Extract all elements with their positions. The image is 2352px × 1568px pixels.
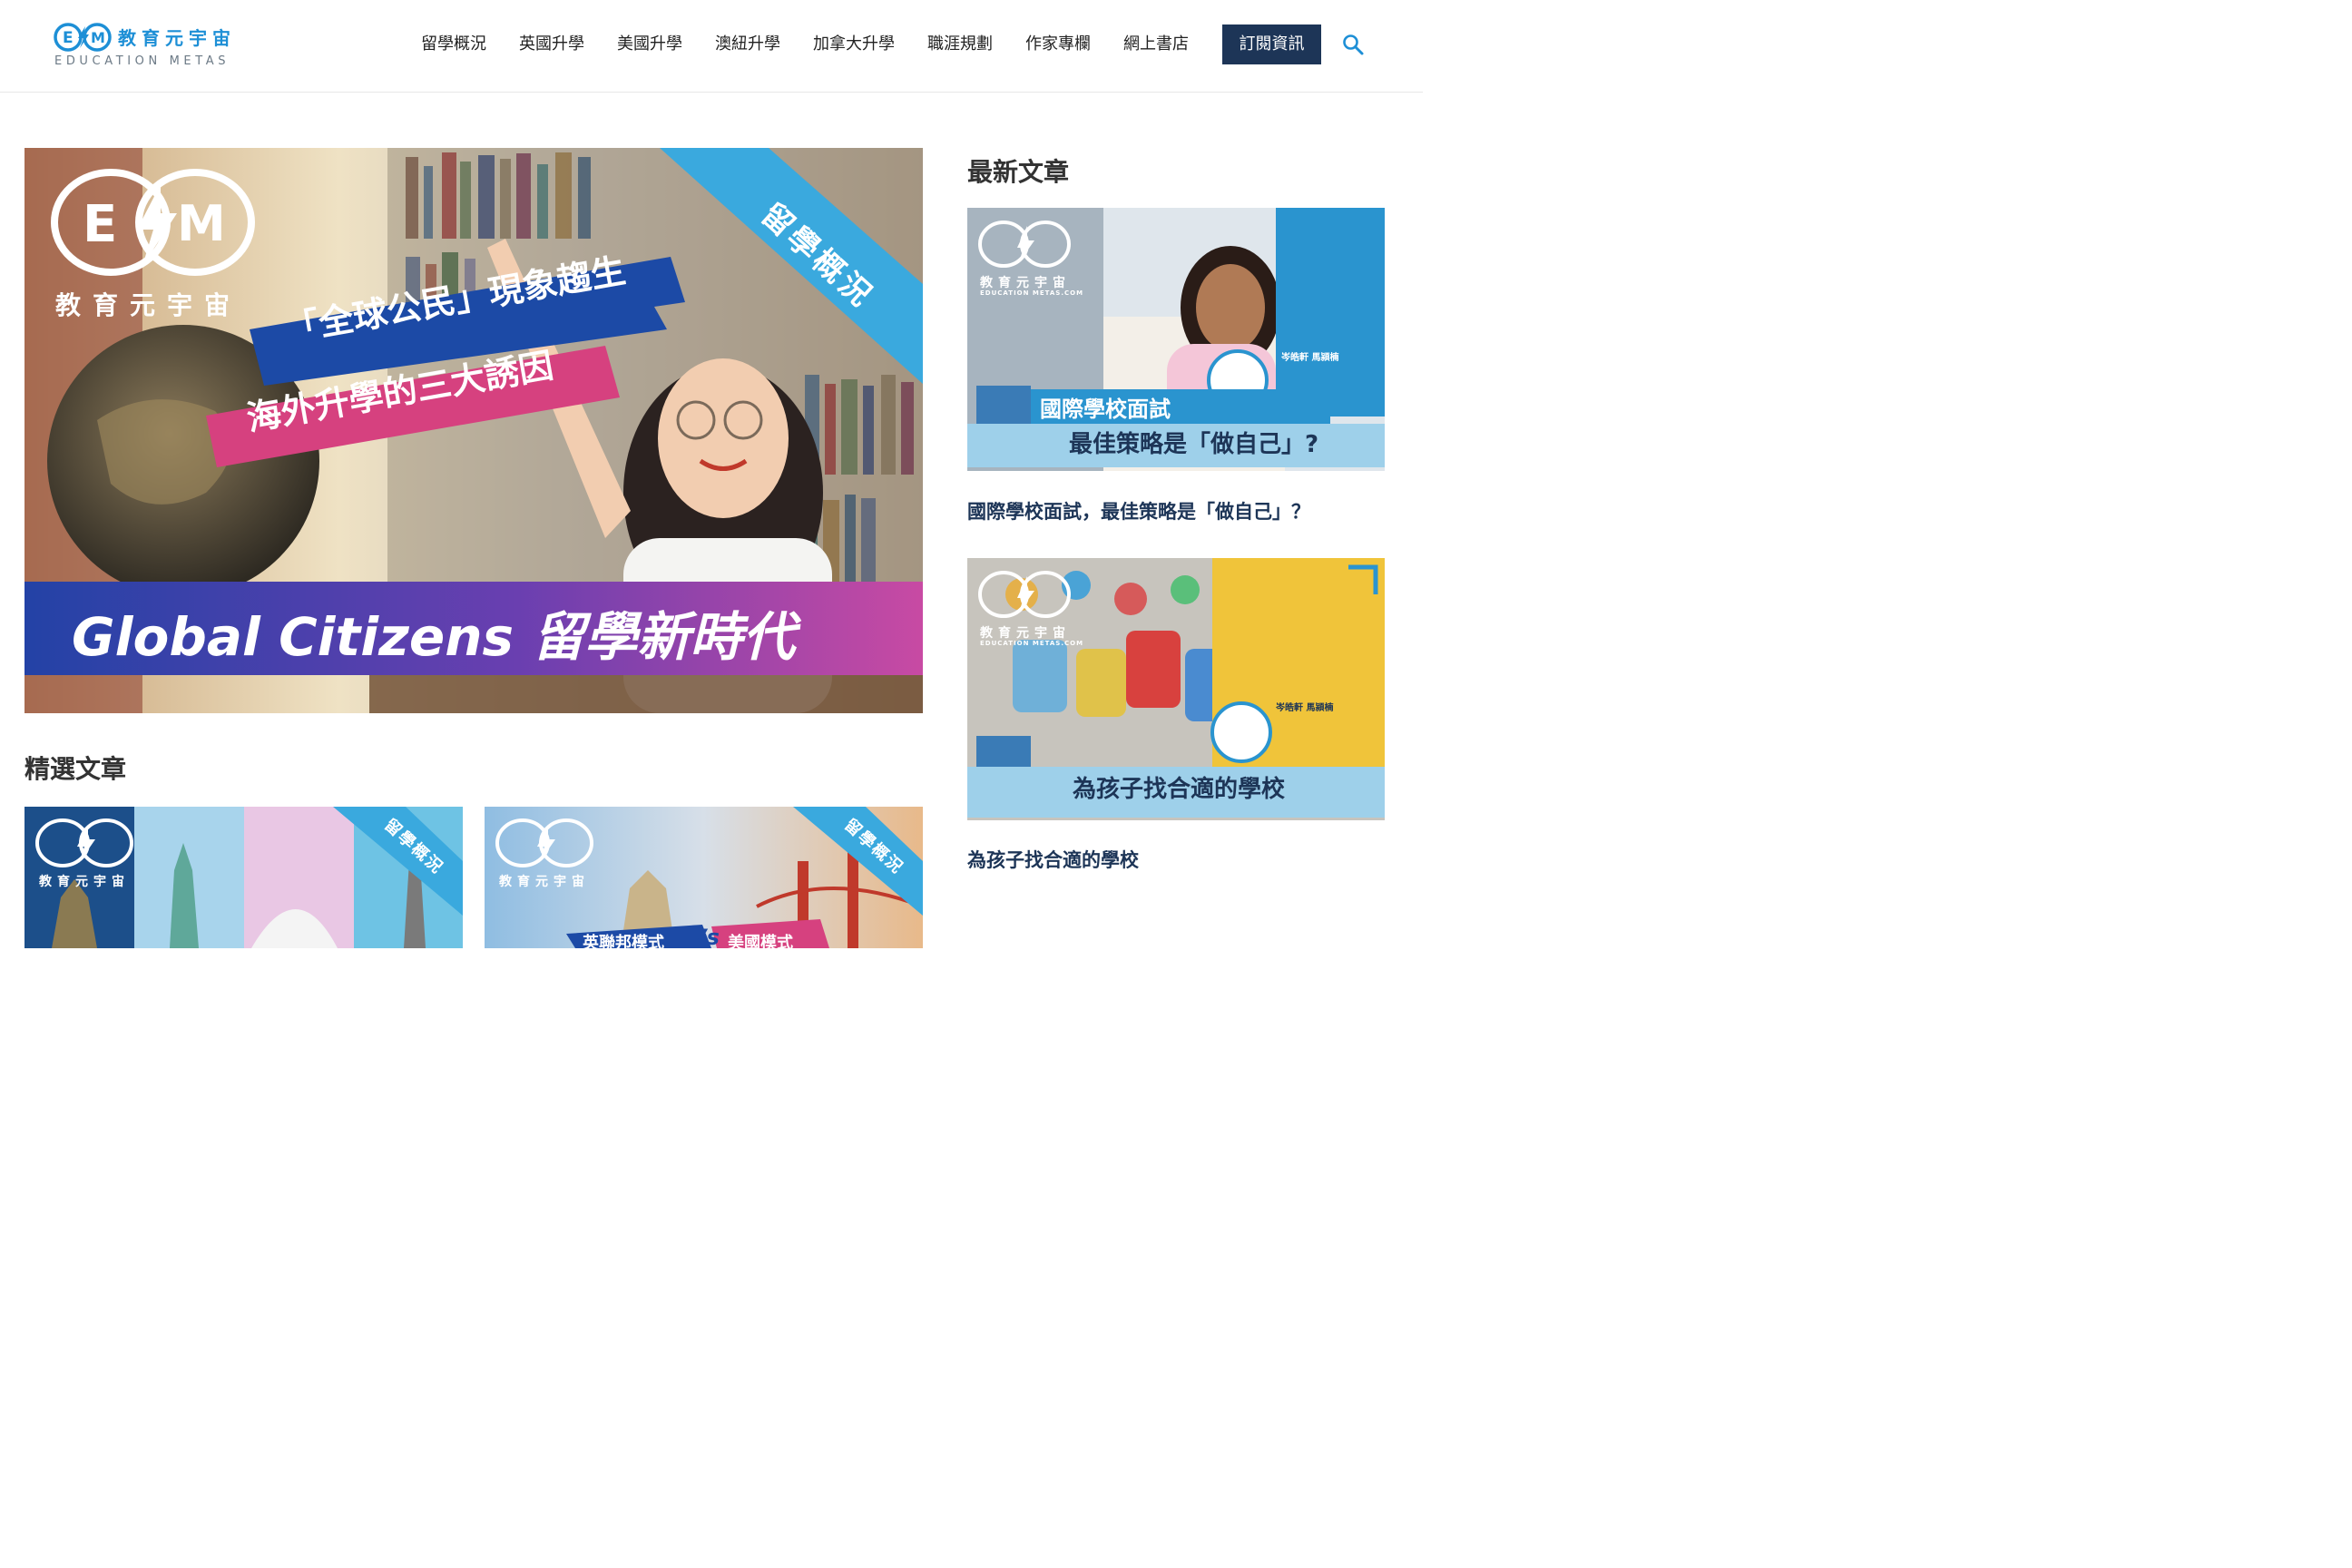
nav-item-bookstore[interactable]: 網上書店 — [1107, 24, 1205, 65]
site-logo[interactable]: E M 教育元宇宙 EDUCATION METAS — [53, 20, 243, 74]
latest-post-1-image-banner-2: 最佳策略是「做自己」? — [1069, 431, 1319, 458]
nav-item-us[interactable]: 美國升學 — [601, 24, 699, 65]
latest-post-2-image-banner-1: 為孩子找合適的學校 — [1073, 776, 1286, 803]
latest-post-1-image[interactable]: 教育元宇宙 EDUCATION METAS.COM 岑皓軒 馬潁楠 國際學校面試… — [967, 208, 1385, 471]
latest-post-2-image-logo-cn: 教育元宇宙 — [980, 626, 1071, 641]
nav-item-canada[interactable]: 加拿大升學 — [797, 24, 911, 65]
nav-item-aunz[interactable]: 澳紐升學 — [699, 24, 797, 65]
featured-card-2-banner-right: 美國模式 — [728, 934, 793, 948]
hero-logo-e: E — [83, 195, 118, 254]
svg-text:M: M — [91, 29, 105, 46]
hero-logo-m: M — [177, 195, 226, 252]
latest-post-2-image-logo-en: EDUCATION METAS.COM — [980, 640, 1084, 647]
logo-chinese-name: 教育元宇宙 — [118, 27, 236, 49]
svg-text:E: E — [63, 29, 74, 47]
latest-post-2-image[interactable]: 教育元宇宙 EDUCATION METAS.COM 岑皓軒 馬潁楠 為孩子找合適… — [967, 558, 1385, 820]
featured-card-2-logo-cn: 教育元宇宙 — [499, 875, 590, 889]
search-icon[interactable] — [1341, 33, 1365, 56]
em-logo-icon: E M — [54, 23, 112, 52]
latest-section-title: 最新文章 — [967, 157, 1070, 187]
latest-post-1-image-banner-1: 國際學校面試 — [1040, 397, 1171, 422]
featured-card-2-banner-vs: Vs — [690, 925, 720, 948]
hero-logo-cn: 教育元宇宙 — [55, 290, 242, 320]
hero-banner[interactable]: E M 教育元宇宙 留學概況 「全球公民」現象趨生 海外升學的三大誘因 Glob… — [24, 148, 923, 713]
latest-post-1-image-logo-en: EDUCATION METAS.COM — [980, 289, 1084, 297]
nav-item-uk[interactable]: 英國升學 — [503, 24, 601, 65]
main-nav: 留學概況 英國升學 美國升學 澳紐升學 加拿大升學 職涯規劃 作家專欄 網上書店 — [405, 24, 1205, 65]
subscribe-button[interactable]: 訂閱資訊 — [1222, 24, 1321, 64]
nav-item-columns[interactable]: 作家專欄 — [1009, 24, 1107, 65]
site-header: E M 教育元宇宙 EDUCATION METAS 留學概況 英國升學 美國升學… — [0, 0, 1423, 93]
nav-item-overview[interactable]: 留學概況 — [405, 24, 503, 65]
latest-post-2-title[interactable]: 為孩子找合適的學校 — [967, 846, 1139, 873]
nav-item-career[interactable]: 職涯規劃 — [911, 24, 1009, 65]
featured-section-title: 精選文章 — [24, 754, 127, 784]
featured-card-2-banner-left: 英聯邦模式 — [583, 934, 664, 948]
featured-card-1[interactable]: 教育元宇宙 留學概況 — [24, 807, 463, 948]
latest-post-2-image-author: 岑皓軒 馬潁楠 — [1276, 703, 1334, 713]
latest-post-1-title[interactable]: 國際學校面試，最佳策略是「做自己」？ — [967, 497, 1310, 524]
featured-card-2[interactable]: 教育元宇宙 留學概況 英聯邦模式 Vs 美國模式 — [485, 807, 923, 948]
latest-post-1-image-logo-cn: 教育元宇宙 — [980, 276, 1071, 290]
featured-card-1-logo-cn: 教育元宇宙 — [39, 875, 130, 889]
hero-bottom-banner-text: Global Citizens 留學新時代 — [72, 606, 796, 668]
logo-english-name: EDUCATION METAS — [54, 54, 230, 68]
latest-post-1-image-author: 岑皓軒 馬潁楠 — [1281, 353, 1339, 363]
